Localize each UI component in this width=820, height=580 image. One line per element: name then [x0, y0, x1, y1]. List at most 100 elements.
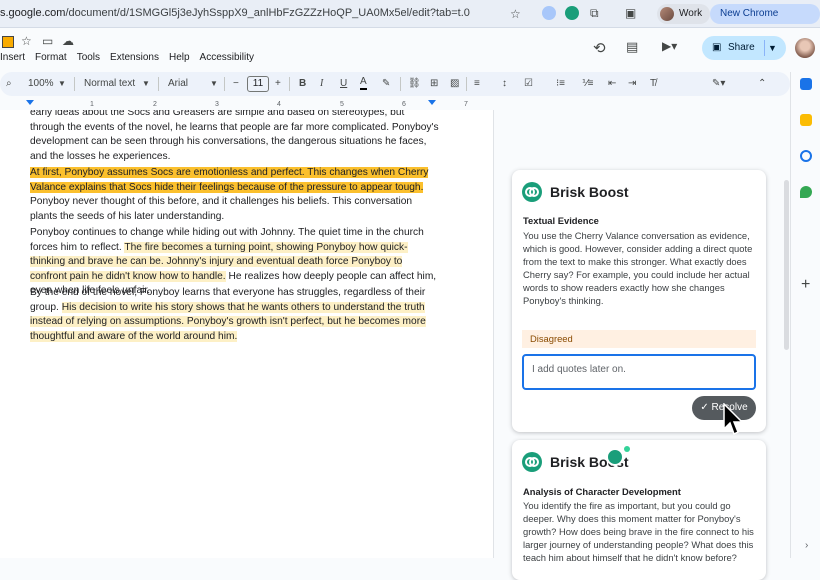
menu-extensions[interactable]: Extensions — [110, 52, 159, 63]
card-title: Brisk Boost — [550, 184, 629, 200]
keep-icon[interactable] — [800, 114, 812, 126]
profile-chip[interactable]: Work — [657, 4, 711, 24]
highlighted-text[interactable]: His decision to write his story shows th… — [30, 301, 426, 342]
meet-icon[interactable]: ▶▾ — [662, 39, 677, 53]
bookmark-star-icon[interactable]: ☆ — [510, 7, 521, 21]
brisk-comments-panel: Brisk Boost Textual Evidence You use the… — [494, 110, 790, 580]
brisk-extension-icon[interactable] — [565, 6, 579, 20]
menu-bar: Insert Format Tools Extensions Help Acce… — [0, 52, 254, 63]
panel-scrollbar[interactable] — [784, 180, 789, 350]
ruler-tick: 3 — [215, 101, 219, 108]
divider — [74, 77, 75, 91]
chevron-down-icon[interactable]: ▼ — [768, 36, 777, 60]
ruler-tick: 7 — [464, 101, 468, 108]
add-addon-icon[interactable]: + — [801, 276, 810, 294]
editing-mode-icon[interactable]: ✎▾ — [712, 76, 725, 92]
left-indent-marker[interactable] — [26, 100, 34, 105]
tab-search-icon[interactable]: ▣ — [625, 6, 636, 20]
share-divider — [764, 40, 765, 56]
check-icon: ✓ — [700, 402, 712, 413]
underline-icon[interactable]: U — [340, 76, 347, 92]
comments-icon[interactable]: ▤ — [626, 39, 638, 55]
right-indent-marker[interactable] — [428, 100, 436, 105]
brisk-card[interactable]: Brisk Boost Analysis of Character Develo… — [512, 440, 766, 580]
card-body: You use the Cherry Valance conversation … — [523, 230, 753, 306]
star-icon[interactable]: ☆ — [21, 34, 32, 48]
maps-icon[interactable] — [800, 186, 812, 198]
divider — [400, 77, 401, 91]
bold-icon[interactable]: B — [299, 76, 306, 92]
share-button[interactable]: ▣ Share ▼ — [702, 36, 786, 60]
url-path: /document/d/1SMGGl5j3eJyhSsppX9_anlHbFzG… — [65, 7, 470, 19]
divider — [224, 77, 225, 91]
zoom-chevron-icon[interactable]: ▼ — [58, 76, 66, 92]
paragraph-1[interactable]: early ideas about the Socs and Greasers … — [30, 110, 440, 164]
notification-dot — [624, 446, 630, 452]
increase-font-icon[interactable]: + — [275, 76, 281, 92]
align-icon[interactable]: ≡ — [474, 76, 480, 92]
clear-formatting-icon[interactable]: T̸ — [650, 76, 656, 92]
brisk-logo-icon — [522, 452, 542, 472]
ruler-tick: 2 — [153, 101, 157, 108]
decrease-indent-icon[interactable]: ⇤ — [608, 76, 616, 92]
expand-panel-icon[interactable]: › — [805, 540, 808, 551]
link-icon[interactable]: ⛓ — [408, 76, 421, 92]
paragraph-text: Ponyboy never thought of this before, an… — [30, 196, 413, 222]
divider — [289, 77, 290, 91]
update-chrome-button[interactable]: New Chrome available — [710, 4, 820, 39]
line-spacing-icon[interactable]: ↕ — [502, 76, 507, 92]
mouse-cursor-icon — [723, 403, 744, 436]
ruler-tick: 5 — [340, 101, 344, 108]
italic-icon[interactable]: I — [320, 76, 323, 92]
image-icon[interactable]: ▨ — [450, 76, 459, 92]
add-comment-icon[interactable]: ⊞ — [430, 76, 438, 92]
checklist-icon[interactable]: ☑ — [524, 76, 533, 92]
calendar-icon[interactable] — [800, 78, 812, 90]
menu-tools[interactable]: Tools — [77, 52, 100, 63]
zoom-select[interactable]: 100% — [28, 76, 54, 92]
style-chevron-icon[interactable]: ▼ — [142, 76, 150, 92]
font-chevron-icon[interactable]: ▼ — [210, 76, 218, 92]
highlighted-text[interactable]: At first, Ponyboy assumes Socs are emoti… — [30, 167, 429, 193]
share-label: Share — [728, 42, 755, 53]
collapse-menus-icon[interactable]: ⌃ — [758, 76, 766, 92]
bulleted-list-icon[interactable]: ⁝≡ — [556, 76, 565, 92]
font-size-input[interactable]: 11 — [247, 76, 269, 92]
puzzle-icon[interactable]: ⧉ — [590, 6, 599, 21]
brisk-logo-icon — [522, 182, 542, 202]
browser-toolbar: s.google.com/document/d/1SMGGl5j3eJyhSsp… — [0, 0, 820, 39]
docs-header: ☆ ▭ ☁ Insert Format Tools Extensions Hel… — [0, 28, 820, 72]
menu-insert[interactable]: Insert — [0, 52, 25, 63]
ruler-tick: 4 — [277, 101, 281, 108]
brisk-card-active[interactable]: Brisk Boost Textual Evidence You use the… — [512, 170, 766, 432]
highlight-icon[interactable]: ✎ — [382, 76, 390, 92]
reply-input[interactable]: I add quotes later on. — [522, 354, 756, 390]
menu-help[interactable]: Help — [169, 52, 190, 63]
extension-icon[interactable] — [542, 6, 556, 20]
paragraph-2[interactable]: At first, Ponyboy assumes Socs are emoti… — [30, 166, 440, 224]
text-color-icon[interactable]: A — [360, 76, 367, 90]
address-bar[interactable]: s.google.com/document/d/1SMGGl5j3eJyhSsp… — [0, 7, 470, 19]
tasks-icon[interactable] — [800, 150, 812, 162]
account-avatar[interactable] — [795, 38, 815, 58]
decrease-font-icon[interactable]: − — [233, 76, 239, 92]
version-history-icon[interactable]: ⟲ — [593, 39, 606, 57]
menu-format[interactable]: Format — [35, 52, 67, 63]
font-select[interactable]: Arial — [168, 76, 188, 92]
move-folder-icon[interactable]: ▭ — [42, 34, 53, 48]
status-badge: Disagreed — [522, 330, 756, 348]
ruler: 1 2 3 4 5 6 7 — [0, 98, 494, 110]
menu-accessibility[interactable]: Accessibility — [200, 52, 254, 63]
side-rail: + › — [790, 72, 820, 558]
brisk-floating-icon[interactable] — [606, 448, 624, 466]
paragraph-4[interactable]: By the end of the novel, Ponyboy learns … — [30, 286, 440, 344]
numbered-list-icon[interactable]: ⅟≡ — [582, 76, 594, 92]
card-subtitle: Analysis of Character Development — [523, 486, 681, 497]
label-icon[interactable] — [2, 36, 14, 48]
increase-indent-icon[interactable]: ⇥ — [628, 76, 636, 92]
lock-icon: ▣ — [712, 42, 722, 53]
divider — [466, 77, 467, 91]
style-select[interactable]: Normal text — [84, 76, 135, 92]
search-menus-icon[interactable]: ⌕ — [6, 76, 12, 92]
document-page[interactable]: early ideas about the Socs and Greasers … — [0, 110, 494, 558]
